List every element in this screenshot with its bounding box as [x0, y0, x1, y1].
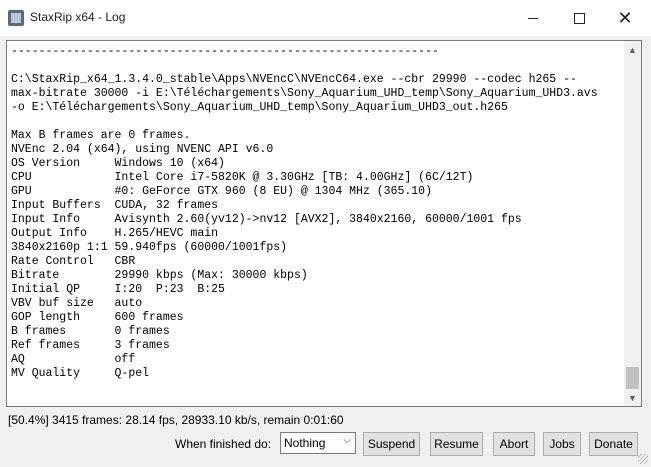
log-line: Output Info H.265/HEVC main	[11, 227, 219, 240]
log-line: Input Info Avisynth 2.60(yv12)->nv12 [AV…	[11, 213, 522, 226]
suspend-button[interactable]: Suspend	[363, 432, 420, 456]
close-button[interactable]: ✕	[602, 0, 648, 36]
minimize-button[interactable]	[510, 0, 556, 36]
when-finished-value: Nothing	[284, 436, 326, 450]
scroll-up-arrow-icon[interactable]: ▲	[624, 41, 641, 58]
log-line: C:\StaxRip_x64_1.3.4.0_stable\Apps\NVEnc…	[11, 73, 577, 86]
when-finished-dropdown[interactable]: Nothing ⌵	[280, 432, 356, 454]
progress-status: [50.4%] 3415 frames: 28.14 fps, 28933.10…	[8, 413, 344, 427]
resize-grip[interactable]	[638, 454, 648, 464]
app-icon	[8, 10, 24, 26]
jobs-button[interactable]: Jobs	[543, 432, 581, 456]
chevron-down-icon: ⌵	[343, 435, 351, 446]
vertical-scrollbar[interactable]: ▲ ▼	[624, 41, 641, 406]
log-line: AQ off	[11, 353, 136, 366]
log-line: max-bitrate 30000 -i E:\Téléchargements\…	[11, 87, 598, 100]
scroll-down-arrow-icon[interactable]: ▼	[624, 389, 641, 406]
log-line: OS Version Windows 10 (x64)	[11, 157, 225, 170]
log-line: 3840x2160p 1:1 59.940fps (60000/1001fps)	[11, 241, 288, 254]
donate-button[interactable]: Donate	[589, 432, 638, 456]
log-line: Ref frames 3 frames	[11, 339, 170, 352]
log-line: GPU #0: GeForce GTX 960 (8 EU) @ 1304 MH…	[11, 185, 432, 198]
log-content: ----------------------------------------…	[11, 45, 619, 381]
abort-button[interactable]: Abort	[493, 432, 535, 456]
log-line: Bitrate 29990 kbps (Max: 30000 kbps)	[11, 269, 308, 282]
resume-button[interactable]: Resume	[430, 432, 483, 456]
log-line: ----------------------------------------…	[11, 45, 439, 58]
scroll-thumb[interactable]	[626, 367, 639, 389]
close-icon: ✕	[617, 8, 633, 28]
log-line: B frames 0 frames	[11, 325, 170, 338]
log-line: VBV buf size auto	[11, 297, 143, 310]
log-textbox[interactable]: ----------------------------------------…	[6, 40, 642, 407]
log-line: Input Buffers CUDA, 32 frames	[11, 199, 219, 212]
maximize-icon	[573, 12, 585, 24]
window-title: StaxRip x64 - Log	[30, 10, 126, 24]
log-line: GOP length 600 frames	[11, 311, 184, 324]
log-line: Initial QP I:20 P:23 B:25	[11, 283, 225, 296]
log-line: -o E:\Téléchargements\Sony_Aquarium_UHD_…	[11, 101, 508, 114]
log-line: Rate Control CBR	[11, 255, 136, 268]
log-line: CPU Intel Core i7-5820K @ 3.30GHz [TB: 4…	[11, 171, 474, 184]
when-finished-label: When finished do:	[175, 437, 272, 451]
log-line: NVEnc 2.04 (x64), using NVENC API v6.0	[11, 143, 274, 156]
maximize-button[interactable]	[556, 0, 602, 36]
log-line: MV Quality Q-pel	[11, 367, 150, 380]
title-bar: StaxRip x64 - Log ✕	[0, 0, 651, 36]
log-line: Max B frames are 0 frames.	[11, 129, 191, 142]
minimize-icon	[528, 17, 538, 19]
